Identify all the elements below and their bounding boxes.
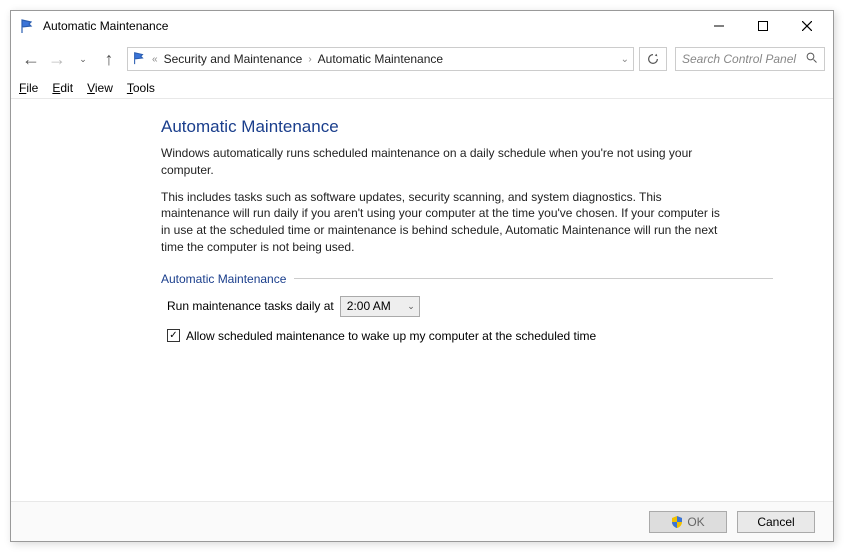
search-input[interactable]: Search Control Panel: [675, 47, 825, 71]
address-bar[interactable]: « Security and Maintenance › Automatic M…: [127, 47, 634, 71]
section-title: Automatic Maintenance: [161, 272, 286, 286]
cancel-label: Cancel: [757, 515, 794, 529]
window-controls: [697, 12, 829, 40]
address-dropdown-icon[interactable]: ⌄: [621, 54, 629, 65]
menu-edit[interactable]: Edit: [52, 81, 73, 95]
menu-file[interactable]: File: [19, 81, 38, 95]
forward-button[interactable]: →: [45, 47, 69, 71]
recent-dropdown[interactable]: ⌄: [71, 47, 95, 71]
ok-button[interactable]: OK: [649, 511, 727, 533]
time-select[interactable]: 2:00 AM ⌄: [340, 296, 420, 317]
breadcrumb-parent[interactable]: Security and Maintenance: [164, 52, 303, 66]
wake-label: Allow scheduled maintenance to wake up m…: [186, 329, 596, 343]
wake-checkbox-row: ✓ Allow scheduled maintenance to wake up…: [167, 329, 773, 343]
search-placeholder: Search Control Panel: [682, 52, 796, 66]
refresh-button[interactable]: [639, 47, 667, 71]
shield-icon: [671, 516, 683, 528]
cancel-button[interactable]: Cancel: [737, 511, 815, 533]
minimize-button[interactable]: [697, 12, 741, 40]
content-area: Automatic Maintenance Windows automatica…: [11, 99, 833, 501]
back-button[interactable]: ←: [19, 47, 43, 71]
dialog-footer: OK Cancel: [11, 501, 833, 541]
chevron-right-icon: ›: [308, 54, 311, 65]
window-frame: Automatic Maintenance ← → ⌄ ↑ « Se: [10, 10, 834, 542]
schedule-row: Run maintenance tasks daily at 2:00 AM ⌄: [167, 296, 773, 317]
up-button[interactable]: ↑: [97, 47, 121, 71]
flag-icon: [132, 51, 146, 68]
wake-checkbox[interactable]: ✓: [167, 329, 180, 342]
close-button[interactable]: [785, 12, 829, 40]
menubar: File Edit View Tools: [11, 77, 833, 99]
divider: [294, 278, 773, 279]
menu-tools[interactable]: Tools: [127, 81, 155, 95]
intro-paragraph-1: Windows automatically runs scheduled mai…: [161, 145, 721, 179]
chevron-icon: «: [152, 54, 158, 65]
run-label: Run maintenance tasks daily at: [167, 299, 334, 313]
chevron-down-icon: ⌄: [407, 301, 415, 312]
window-title: Automatic Maintenance: [43, 19, 697, 33]
intro-paragraph-2: This includes tasks such as software upd…: [161, 189, 721, 256]
page-heading: Automatic Maintenance: [161, 117, 773, 137]
ok-label: OK: [687, 515, 704, 529]
navigation-toolbar: ← → ⌄ ↑ « Security and Maintenance › Aut…: [11, 41, 833, 77]
menu-view[interactable]: View: [87, 81, 113, 95]
breadcrumb-current[interactable]: Automatic Maintenance: [318, 52, 443, 66]
time-value: 2:00 AM: [347, 299, 391, 313]
titlebar: Automatic Maintenance: [11, 11, 833, 41]
flag-icon: [19, 18, 35, 34]
maximize-button[interactable]: [741, 12, 785, 40]
search-icon: [806, 52, 818, 67]
section-header: Automatic Maintenance: [161, 272, 773, 286]
